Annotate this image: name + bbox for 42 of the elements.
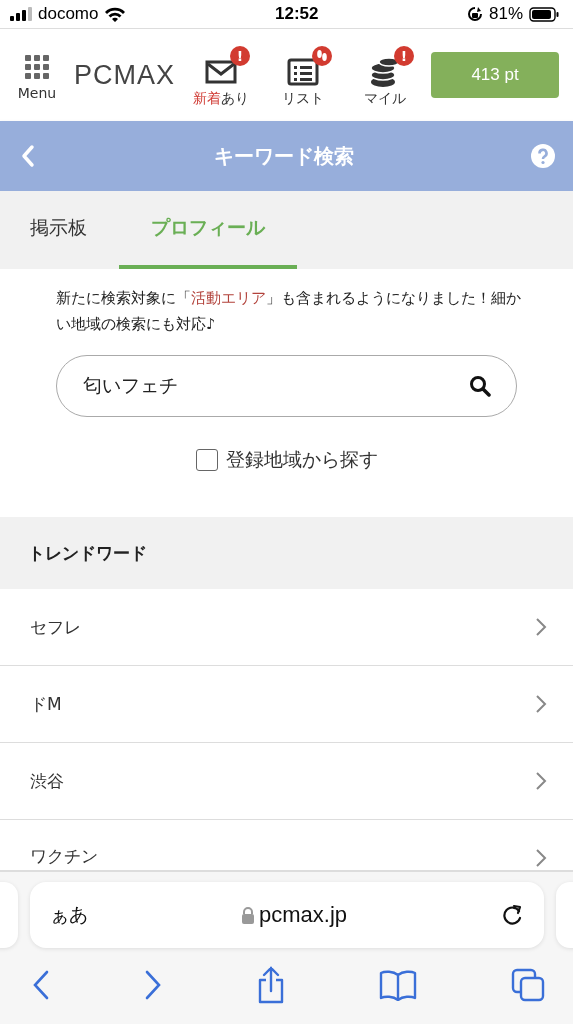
search-field[interactable]: 匂いフェチ <box>56 355 517 417</box>
search-icon[interactable] <box>469 375 491 397</box>
tabs-icon[interactable] <box>511 968 545 1002</box>
signal-icon <box>10 7 32 21</box>
text-size-button[interactable]: ぁあ <box>50 902 88 928</box>
wifi-icon <box>104 6 127 22</box>
alert-badge: ! <box>394 46 415 66</box>
checkbox[interactable] <box>195 449 218 471</box>
grid-icon <box>25 55 49 79</box>
trend-item[interactable]: ドM <box>0 666 573 743</box>
lock-icon <box>240 906 255 924</box>
url-text: pcmax.jp <box>258 902 347 928</box>
trend-item[interactable]: セフレ <box>0 589 573 666</box>
nav-button[interactable]: リスト <box>267 44 340 108</box>
status-time: 12:52 <box>275 4 319 24</box>
chevron-right-icon <box>535 617 547 637</box>
forward-icon[interactable] <box>143 970 162 1000</box>
back-icon[interactable] <box>20 144 36 168</box>
book-icon[interactable] <box>379 969 418 1001</box>
trend-item[interactable]: 渋谷 <box>0 743 573 820</box>
notice-text: 新たに検索対象に「活動エリア」も含まれるようになりました！細かい地域の検索にも対応♪ <box>56 288 522 335</box>
address-bar[interactable]: ぁあ pcmax.jp <box>30 882 544 948</box>
logo: PCMAX <box>74 59 176 91</box>
reload-icon[interactable] <box>500 902 524 928</box>
chevron-right-icon <box>535 848 547 868</box>
battery-icon <box>529 6 559 22</box>
tab[interactable]: 掲示板 <box>10 191 107 269</box>
help-icon[interactable] <box>531 144 555 168</box>
page-title: キーワード検索 <box>213 142 354 170</box>
alert-badge: ! <box>230 46 251 66</box>
chevron-right-icon <box>535 771 547 791</box>
checkbox-label: 登録地域から探す <box>225 447 378 472</box>
section-title: トレンドワード <box>28 541 147 565</box>
list-icon <box>287 56 320 88</box>
carrier-name: docomo <box>38 4 99 24</box>
nav-button[interactable]: ! 新着あり <box>185 44 258 108</box>
battery-percent: 81% <box>488 4 523 24</box>
nav-button[interactable]: ! マイル <box>349 44 422 108</box>
rotation-lock-icon <box>466 6 483 22</box>
menu-button[interactable]: Menu <box>14 55 60 101</box>
chevron-right-icon <box>535 694 547 714</box>
back-icon[interactable] <box>32 970 50 1000</box>
